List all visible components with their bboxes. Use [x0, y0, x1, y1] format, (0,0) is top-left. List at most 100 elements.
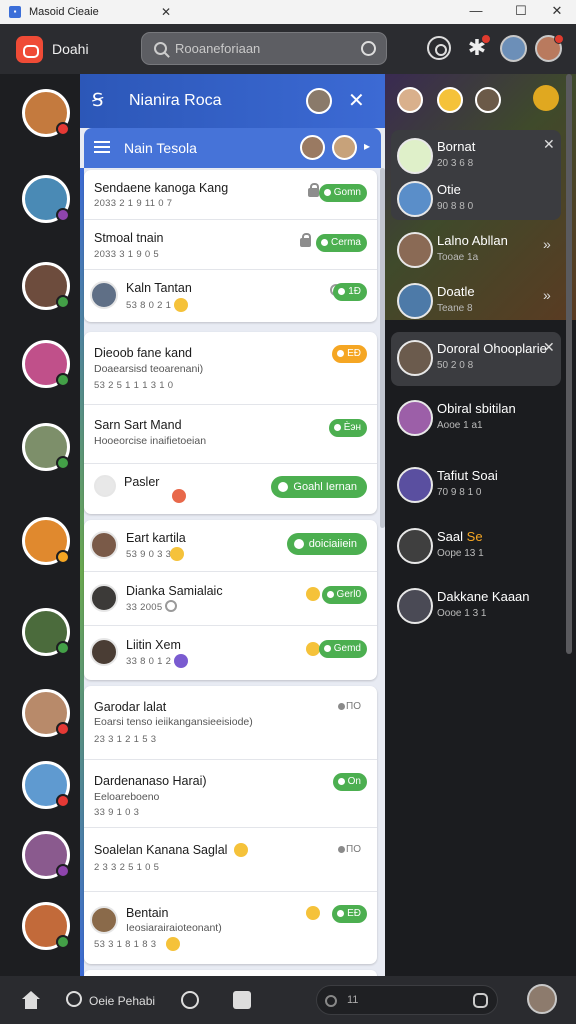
rail-avatar[interactable] [22, 517, 70, 565]
rail-avatar[interactable] [22, 262, 70, 310]
rail-avatar[interactable] [22, 689, 70, 737]
chat-item[interactable]: Stmoal tnain 2033 3 1 9 0 5 Cerma [84, 220, 377, 270]
emoji-icon [306, 587, 320, 601]
avatar[interactable] [500, 35, 527, 62]
search-bar[interactable]: Rooaneforiaan [141, 32, 387, 65]
avatar[interactable] [533, 85, 559, 111]
chat-item[interactable]: Liitin Xem 33 8 0 1 2 Gemd [84, 626, 377, 680]
right-panel-item[interactable]: Obiral sbitilan Aooe 1 a1 [393, 392, 569, 446]
avatar[interactable] [332, 135, 357, 160]
notification-badge [481, 34, 491, 44]
chat-item[interactable]: Bentain Ieosiarairaioteonant) 53 3 1 8 1… [84, 892, 377, 964]
action-pill[interactable]: Ѐэн [328, 419, 367, 437]
chat-item[interactable]: Sarn Sart Mand Hooeorcise inaifietoeian … [84, 405, 377, 464]
action-pill[interactable]: EÐ [332, 905, 367, 923]
right-panel-item[interactable]: Dakkane Kaaan Oooe 1 3 1 [393, 580, 569, 634]
chat-item[interactable]: Kaln Tantan 53 8 0 2 1 1Ð [84, 270, 377, 322]
rail-avatar[interactable] [22, 831, 70, 879]
close-window-button[interactable]: ✕ [537, 0, 576, 24]
minimize-button[interactable]: — [456, 0, 496, 24]
tab-close-icon[interactable]: ✕ [161, 5, 171, 19]
contact-time: Oooe 1 3 1 [437, 608, 487, 619]
chat-item[interactable]: Garodar lalat Eoarsi tenso ieiikangansie… [84, 686, 377, 760]
action-pill[interactable]: ПО [333, 841, 367, 859]
chat-name: Dieoob fane kand [94, 346, 192, 360]
close-icon[interactable]: ✕ [348, 88, 365, 113]
lock-icon[interactable] [473, 993, 488, 1008]
chat-item[interactable]: Pasler Goahl Iernan [84, 464, 377, 514]
chat-item[interactable]: Dianka Samialaic 33 2005 Gerl0 [84, 572, 377, 626]
arrow-icon[interactable]: ▸ [364, 139, 370, 153]
contacts-rail [0, 74, 80, 976]
rail-avatar[interactable] [22, 175, 70, 223]
avatar[interactable] [535, 34, 564, 62]
chat-item[interactable]: Soalelan Kanana Saglal 2 3 3 2 5 1 0 5 П… [84, 828, 377, 892]
avatar[interactable] [475, 87, 501, 113]
right-panel-item[interactable]: Doatle Teane 8 » [393, 275, 569, 329]
chat-item[interactable]: Dardenanaso Harai) Eeloareboeno 33 9 1 0… [84, 760, 377, 828]
maximize-button[interactable]: ☐ [501, 0, 541, 24]
avatar[interactable] [300, 135, 325, 160]
circle-icon[interactable] [181, 991, 199, 1009]
window-title: Masoid Cieaie [29, 6, 99, 18]
chat-time: 23 3 1 2 1 5 3 [94, 734, 157, 745]
chat-name: Bentain [126, 906, 169, 920]
scrollbar[interactable] [566, 74, 572, 654]
home-icon[interactable] [21, 991, 41, 1009]
contact-time: Aooe 1 a1 [437, 420, 483, 431]
emoji-icon [306, 906, 320, 920]
action-pill[interactable]: doiciaiiein [286, 533, 367, 555]
puzzle-icon[interactable]: ✱ [465, 34, 491, 60]
avatar [397, 340, 433, 376]
bottom-label[interactable]: Oeie Pehabi [89, 994, 155, 1008]
rail-avatar[interactable] [22, 608, 70, 656]
modal-logo-icon: Ꞩ [92, 90, 104, 110]
action-pill[interactable]: Goahl Iernan [271, 476, 367, 498]
app-logo[interactable] [16, 35, 43, 63]
contact-time: Oope 13 1 [437, 548, 484, 559]
rail-avatar[interactable] [22, 423, 70, 471]
rail-avatar[interactable] [22, 902, 70, 950]
right-panel-item[interactable]: Otie 90 8 8 0 [393, 173, 569, 227]
contact-name: Tafiut Soai [437, 468, 498, 483]
clear-icon[interactable] [361, 41, 376, 56]
rail-avatar[interactable] [22, 89, 70, 137]
search-input[interactable]: Rooaneforiaan [175, 41, 361, 56]
rail-avatar[interactable] [22, 340, 70, 388]
contact-name: Dororal Ohooplarie [437, 341, 547, 356]
contact-name: Lalno Abllan [437, 233, 508, 248]
avatar [90, 584, 118, 612]
avatar[interactable] [437, 87, 463, 113]
avatar[interactable] [397, 87, 423, 113]
scrollbar[interactable] [380, 168, 385, 528]
gear-icon[interactable] [427, 36, 451, 60]
right-panel: ✕ Bornat 20 3 6 8 Otie 90 8 8 0 Lalno Ab… [385, 74, 576, 976]
menu-icon[interactable] [94, 141, 110, 153]
chat-name: Pasler [124, 475, 160, 489]
chat-icon[interactable] [66, 991, 82, 1007]
action-pill[interactable]: Оn [332, 773, 367, 791]
bottom-search-input[interactable]: 11 [347, 994, 358, 1006]
expand-icon[interactable]: » [543, 287, 551, 303]
action-pill[interactable]: Gomn [318, 184, 367, 202]
expand-icon[interactable]: » [543, 236, 551, 252]
action-pill[interactable]: Gemd [318, 640, 367, 658]
chat-item[interactable]: Dieoob fane kand Doaearsisd teoarenani) … [84, 332, 377, 405]
right-panel-item[interactable]: Saal Se Oope 13 1 [393, 520, 569, 574]
avatar[interactable] [527, 984, 557, 1014]
right-panel-item[interactable]: Lalno Abllan Tooae 1a » [393, 224, 569, 278]
rail-avatar[interactable] [22, 761, 70, 809]
avatar[interactable] [306, 88, 332, 114]
chat-item[interactable]: Sendaene kanoga Kang 2033 2 1 9 11 0 7 G… [84, 170, 377, 220]
action-pill[interactable]: EÐ [332, 345, 367, 363]
bottom-search[interactable]: 11 [316, 985, 498, 1015]
box-icon[interactable] [233, 991, 251, 1009]
action-pill[interactable]: Gerl0 [321, 586, 367, 604]
right-panel-item[interactable]: Tafiut Soai 70 9 8 1 0 [393, 459, 569, 513]
avatar [90, 906, 118, 934]
action-pill[interactable]: 1Ð [333, 283, 367, 301]
action-pill[interactable]: ПО [333, 698, 367, 716]
chat-item[interactable]: Eart kartila 53 9 0 3 3 doiciaiiein [84, 520, 377, 572]
action-pill[interactable]: Cerma [315, 234, 367, 252]
right-panel-item[interactable]: Dororal Ohooplarie 50 2 0 8 [393, 332, 569, 386]
